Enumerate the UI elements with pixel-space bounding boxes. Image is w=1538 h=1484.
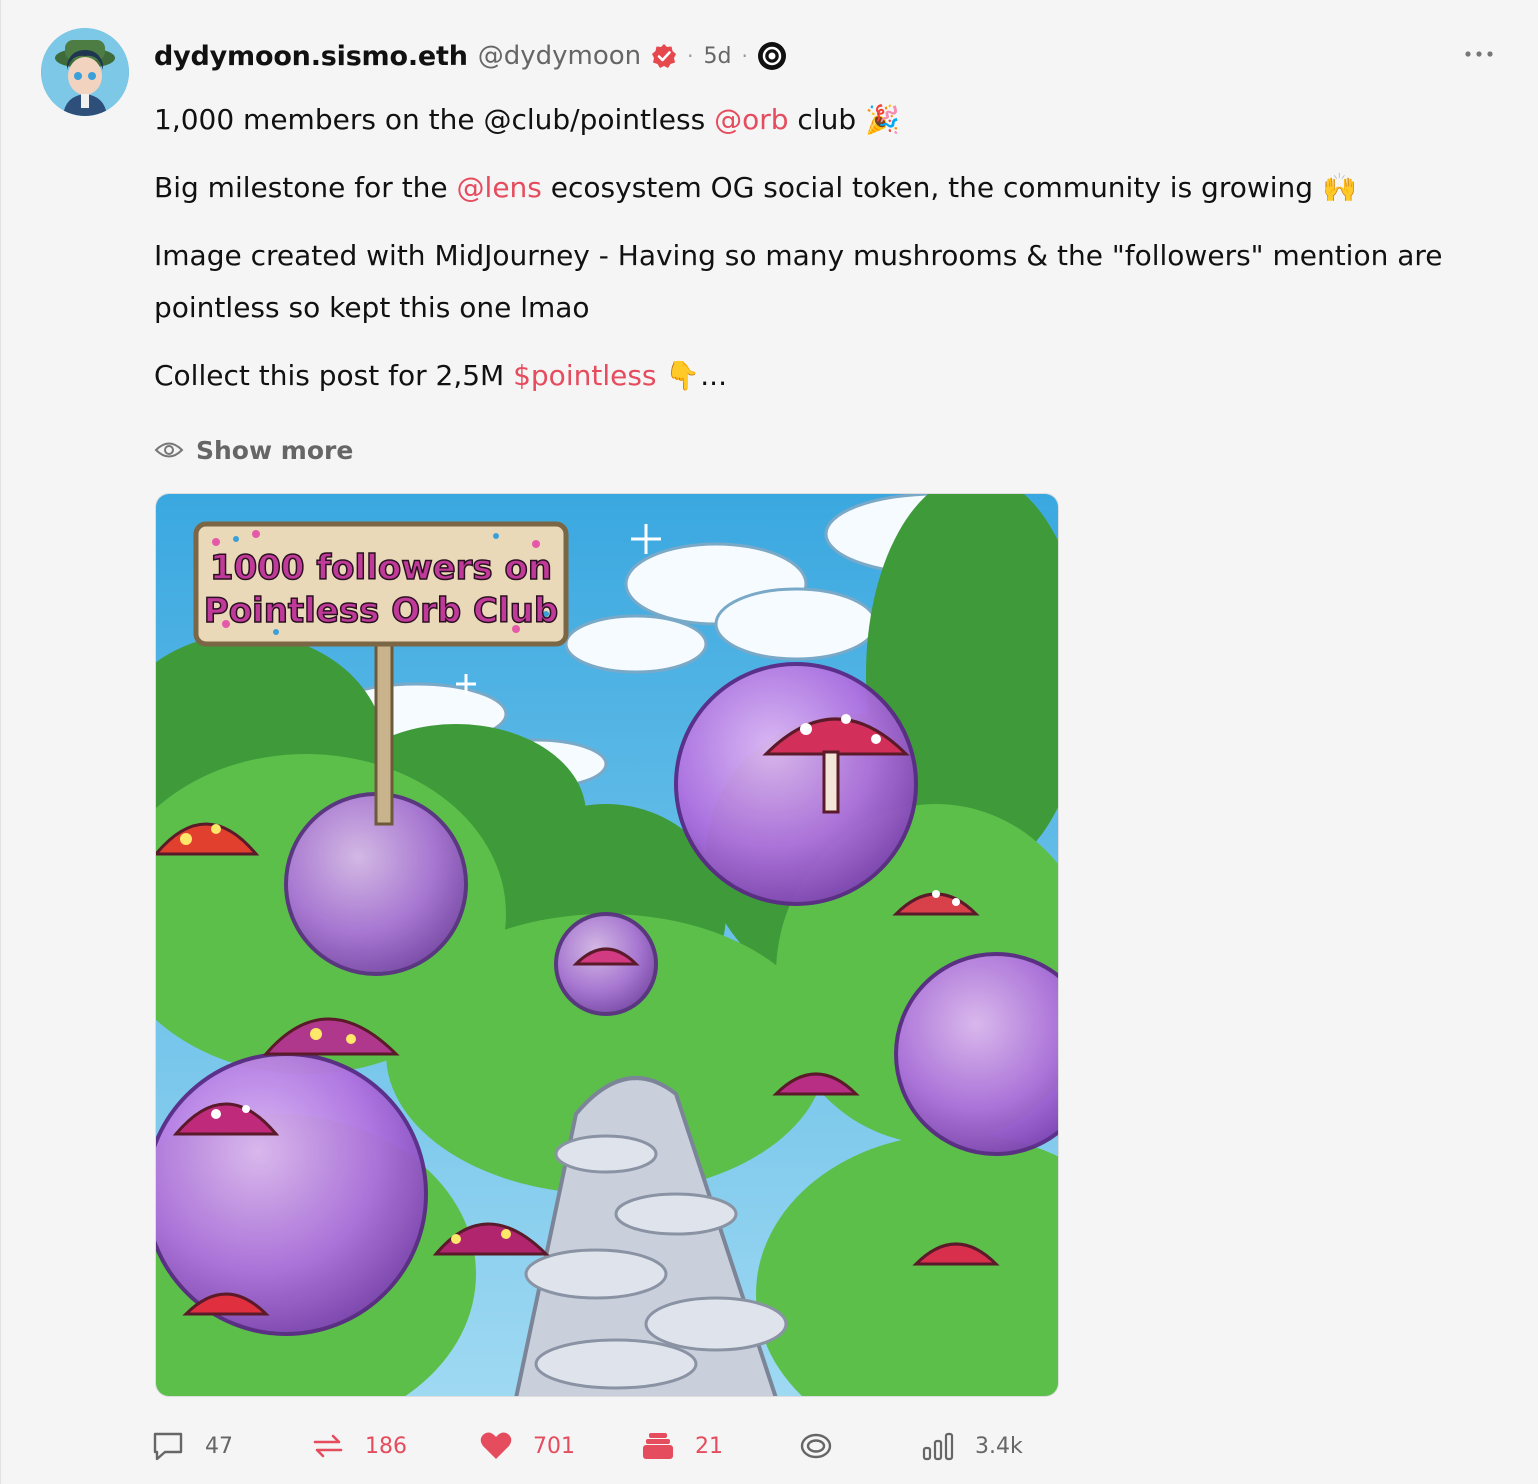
like-count: 701 [533, 1433, 575, 1459]
author-display-name[interactable]: dydymoon.sismo.eth [154, 41, 468, 72]
views-icon [922, 1432, 954, 1461]
post-text: Big milestone for the [154, 171, 457, 204]
post-text: ecosystem OG social token, the community… [541, 171, 1357, 204]
sign-text-line1: 1000 followers on [210, 548, 552, 588]
post-body: 1,000 members on the @club/pointless @or… [154, 94, 1494, 418]
header-separator-2: · [741, 44, 748, 68]
act-icon [800, 1433, 832, 1459]
post-text: 👇... [656, 359, 727, 392]
post-text: 1,000 members on the @club/pointless [154, 103, 715, 136]
collect-count: 21 [695, 1433, 723, 1459]
comment-icon [153, 1432, 183, 1461]
app-source-icon[interactable] [757, 42, 786, 70]
post-line-2: Big milestone for the @lens ecosystem OG… [154, 162, 1494, 214]
like-button[interactable]: 701 [479, 1430, 641, 1462]
collect-button[interactable]: 21 [641, 1430, 799, 1462]
more-icon[interactable] [1464, 44, 1494, 64]
post-line-3: Image created with MidJourney - Having s… [154, 239, 1443, 324]
show-more-button[interactable]: Show more [154, 430, 353, 470]
views-count: 3.4k [975, 1433, 1023, 1459]
verified-badge-icon [651, 43, 677, 69]
mirror-count: 186 [365, 1433, 407, 1459]
show-more-label: Show more [196, 435, 354, 465]
post-image[interactable]: 1000 followers on Pointless Orb Club [155, 493, 1059, 1397]
action-bar: 47 186 701 21 3.4k [151, 1420, 1051, 1472]
post-text: Collect this post for 2,5M [154, 359, 514, 392]
post-header: dydymoon.sismo.eth @dydymoon · 5d · [154, 34, 786, 78]
post-card: dydymoon.sismo.eth @dydymoon · 5d · 1,00… [0, 0, 1538, 1484]
post-line-4: Collect this post for 2,5M $pointless 👇.… [154, 350, 1494, 402]
author-handle[interactable]: @dydymoon [478, 41, 641, 71]
mirror-icon [313, 1434, 343, 1458]
avatar[interactable] [41, 28, 129, 116]
comment-count: 47 [205, 1433, 233, 1459]
heart-icon [480, 1432, 512, 1459]
mirror-button[interactable]: 186 [311, 1430, 479, 1462]
cashtag-link[interactable]: $pointless [513, 359, 656, 392]
eye-icon [154, 442, 184, 458]
views-button[interactable]: 3.4k [921, 1430, 1051, 1462]
avatar-illustration [41, 28, 129, 116]
header-separator: · [687, 44, 694, 68]
post-line-1: 1,000 members on the @club/pointless @or… [154, 94, 1494, 146]
collect-icon [643, 1433, 673, 1459]
mention-link[interactable]: @lens [457, 171, 542, 204]
comment-button[interactable]: 47 [151, 1430, 311, 1462]
mention-link[interactable]: @orb [714, 103, 788, 136]
post-age[interactable]: 5d [704, 44, 732, 69]
act-button[interactable] [799, 1430, 921, 1462]
post-image-illustration: 1000 followers on Pointless Orb Club [156, 494, 1058, 1396]
post-text: club 🎉 [788, 103, 900, 136]
sign-text-line2: Pointless Orb Club [204, 591, 558, 631]
